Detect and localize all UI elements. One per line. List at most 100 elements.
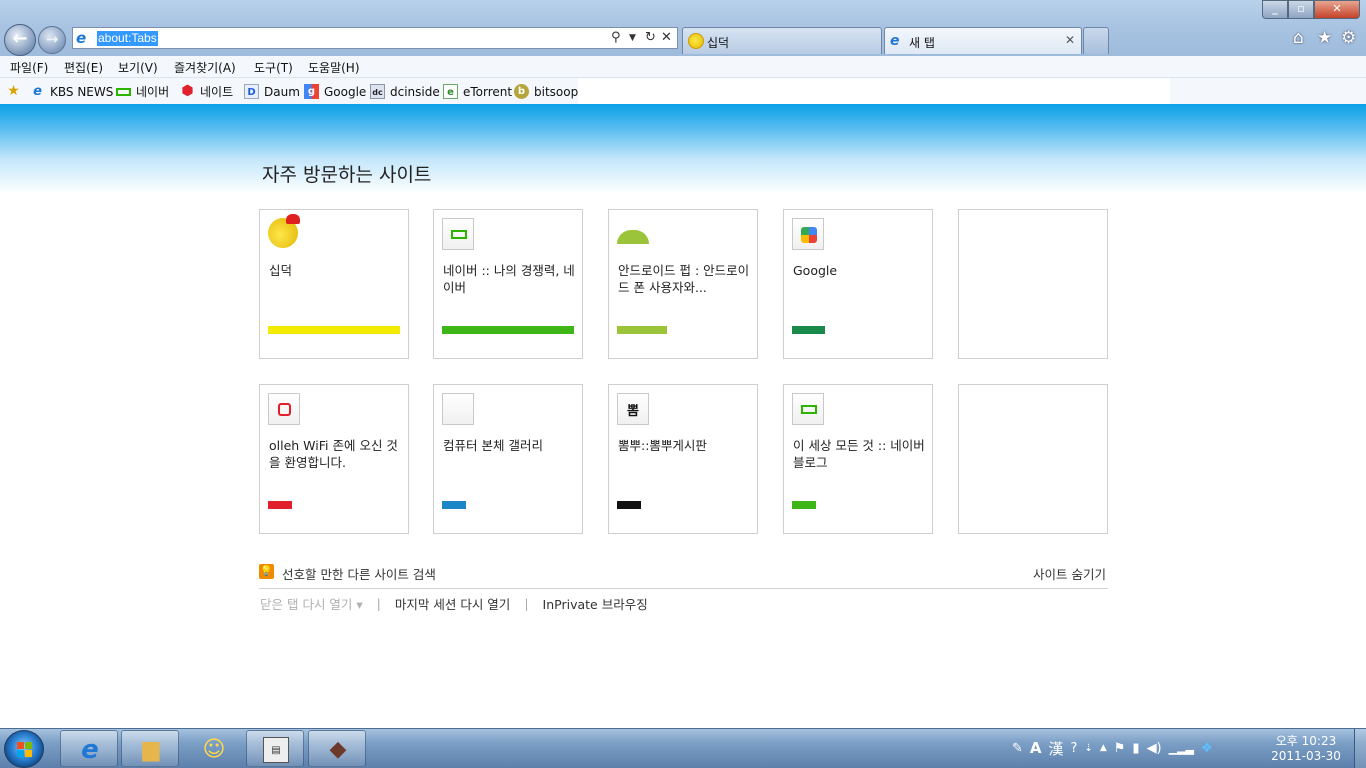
stop-icon[interactable]: ✕ xyxy=(661,29,672,47)
favorite-nate[interactable]: ⬢ 네이트 xyxy=(180,83,233,100)
site-tile[interactable]: Google xyxy=(783,209,933,359)
menu-view[interactable]: 보기(V) xyxy=(118,59,158,76)
dropbox-icon[interactable]: ❖ xyxy=(1201,741,1213,756)
taskbar-explorer[interactable]: ▆ xyxy=(121,730,179,767)
lightbulb-icon: 💡 xyxy=(259,564,274,579)
show-hidden-icons-icon[interactable]: ▲ xyxy=(1100,743,1107,753)
new-tab-button[interactable] xyxy=(1083,27,1109,54)
site-tile[interactable]: 뽐 뽐뿌::뽐뿌게시판 xyxy=(608,384,758,534)
menu-favorites[interactable]: 즐겨찾기(A) xyxy=(174,59,236,76)
favorite-naver[interactable]: 네이버 xyxy=(116,83,169,100)
address-bar[interactable]: e about:Tabs ⚲ ▼ ↻ ✕ xyxy=(72,27,678,49)
naver-icon xyxy=(792,393,824,425)
session-links: 닫은 탭 다시 열기 ▾ | 마지막 세션 다시 열기 | InPrivate … xyxy=(260,594,648,612)
favorite-label: KBS NEWS xyxy=(50,84,114,99)
start-button[interactable] xyxy=(4,730,44,768)
activity-meter-bar xyxy=(617,326,667,334)
site-tile[interactable]: 십덕 xyxy=(259,209,409,359)
minimize-button[interactable]: _ xyxy=(1262,0,1288,19)
action-center-flag-icon[interactable]: ⚑ xyxy=(1114,741,1126,756)
favorites-bar-empty-area xyxy=(578,78,1170,104)
home-icon[interactable]: ⌂ xyxy=(1293,28,1304,48)
activity-meter-bar xyxy=(268,501,292,509)
favorites-star-icon[interactable]: ★ xyxy=(1317,28,1332,48)
chevron-down-icon[interactable]: ▼ xyxy=(629,29,636,47)
favorite-label: bitsoop xyxy=(534,84,579,99)
empty-site-tile[interactable] xyxy=(958,209,1108,359)
hide-sites-link[interactable]: 사이트 숨기기 xyxy=(1033,564,1106,583)
menu-file[interactable]: 파일(F) xyxy=(10,59,48,76)
site-tile-title: 십덕 xyxy=(269,263,293,278)
menu-help[interactable]: 도움말(H) xyxy=(308,59,360,76)
ime-options-icon[interactable]: ⇣ xyxy=(1084,743,1092,754)
address-text[interactable]: about:Tabs xyxy=(97,31,158,46)
clock-time: 오후 10:23 xyxy=(1275,734,1337,748)
forward-button[interactable]: → xyxy=(38,26,66,54)
site-tile-title: 이 세상 모든 것 :: 네이버 블로그 xyxy=(793,438,925,470)
window-app-icon: ▤ xyxy=(263,737,289,763)
show-desktop-button[interactable] xyxy=(1354,729,1366,768)
ie-icon: e xyxy=(81,735,99,765)
site-tile[interactable]: 컴퓨터 본체 갤러리 xyxy=(433,384,583,534)
close-window-button[interactable]: ✕ xyxy=(1314,0,1360,19)
favorite-daum[interactable]: D Daum xyxy=(244,83,300,100)
taskbar-internet-explorer[interactable]: e xyxy=(60,730,118,767)
activity-meter-bar xyxy=(792,501,816,509)
refresh-icon[interactable]: ↻ xyxy=(645,29,656,47)
maximize-button[interactable]: ▫ xyxy=(1288,0,1314,19)
favorite-label: dcinside xyxy=(390,84,440,99)
network-signal-icon[interactable]: ▁▂▃ xyxy=(1169,742,1194,755)
discover-row: 💡 선호할 만한 다른 사이트 검색 사이트 숨기기 xyxy=(259,560,1108,589)
menu-edit[interactable]: 편집(E) xyxy=(64,59,103,76)
window-controls: _ ▫ ✕ xyxy=(1262,0,1360,19)
google-icon: g xyxy=(304,84,319,99)
favorite-bitsoop[interactable]: b bitsoop xyxy=(514,83,578,100)
site-tile[interactable]: 네이버 :: 나의 경쟁력, 네이버 xyxy=(433,209,583,359)
power-icon[interactable]: ▮ xyxy=(1132,741,1139,756)
inprivate-browsing-link[interactable]: InPrivate 브라우징 xyxy=(543,594,648,613)
taskbar-messenger[interactable]: ☺ xyxy=(184,730,242,767)
ime-hanja-indicator[interactable]: 漢 xyxy=(1049,738,1064,759)
site-tile[interactable]: 이 세상 모든 것 :: 네이버 블로그 xyxy=(783,384,933,534)
favorite-google[interactable]: g Google xyxy=(304,83,366,100)
system-tray: ✎ A 漢 ? ⇣ ▲ ⚑ ▮ ◀) ▁▂▃ ❖ xyxy=(1012,735,1213,761)
star-plus-icon: ★ xyxy=(7,83,20,99)
site-tile[interactable]: 안드로이드 펍 : 안드로이드 폰 사용자와... xyxy=(608,209,758,359)
taskbar-app[interactable]: ◆ xyxy=(308,730,366,767)
search-icon[interactable]: ⚲ xyxy=(611,29,621,47)
volume-icon[interactable]: ◀) xyxy=(1147,741,1162,756)
ppomppu-icon: 뽐 xyxy=(617,393,649,425)
favorite-etorrent[interactable]: e eTorrent xyxy=(443,83,512,100)
discover-sites-link[interactable]: 선호할 만한 다른 사이트 검색 xyxy=(282,564,436,583)
gear-icon[interactable]: ⚙ xyxy=(1341,28,1356,48)
site-tile-title: 컴퓨터 본체 갤러리 xyxy=(443,438,543,453)
tab-new-tab[interactable]: e 새 탭 ✕ xyxy=(884,27,1082,54)
reopen-last-session-link[interactable]: 마지막 세션 다시 열기 xyxy=(395,594,510,613)
favorite-kbs-news[interactable]: e KBS NEWS xyxy=(30,83,113,100)
help-icon[interactable]: ? xyxy=(1071,741,1078,756)
menu-tools[interactable]: 도구(T) xyxy=(254,59,293,76)
windows-logo-icon xyxy=(17,742,33,758)
back-button[interactable]: ← xyxy=(4,24,36,56)
empty-site-tile[interactable] xyxy=(958,384,1108,534)
taskbar-window[interactable]: ▤ xyxy=(246,730,304,767)
favorite-dcinside[interactable]: dc dcinside xyxy=(370,83,440,100)
tab-sipdeok[interactable]: 십덕 xyxy=(682,27,882,54)
ime-mode-indicator[interactable]: A xyxy=(1030,739,1042,757)
yellow-bird-icon xyxy=(688,33,704,49)
new-tab-page: 자주 방문하는 사이트 십덕 네이버 :: 나의 경쟁력, 네이버 안드로이드 펍 … xyxy=(0,104,1366,728)
clock[interactable]: 오후 10:23 2011-03-30 xyxy=(1266,734,1346,764)
site-tile[interactable]: olleh WiFi 존에 오신 것을 환영합니다. xyxy=(259,384,409,534)
activity-meter-bar xyxy=(792,326,825,334)
language-bar-icon[interactable]: ✎ xyxy=(1012,741,1023,756)
tab-label: 새 탭 xyxy=(909,36,935,50)
browser-title-bar: ← → e about:Tabs ⚲ ▼ ↻ ✕ 십덕 e 새 탭 ✕ _ ▫ … xyxy=(0,0,1366,56)
smiley-icon: ☺ xyxy=(202,737,226,762)
close-tab-icon[interactable]: ✕ xyxy=(1065,33,1075,47)
yellow-bird-icon xyxy=(268,214,300,250)
add-favorite-icon[interactable]: ★ xyxy=(6,83,26,100)
reopen-closed-tabs-link[interactable]: 닫은 탭 다시 열기 ▾ xyxy=(260,594,363,613)
favorites-bar: ★ e KBS NEWS 네이버 ⬢ 네이트 D Daum g Google d… xyxy=(0,78,1366,104)
favorite-label: eTorrent xyxy=(463,84,513,99)
site-tile-title: 네이버 :: 나의 경쟁력, 네이버 xyxy=(443,263,575,295)
